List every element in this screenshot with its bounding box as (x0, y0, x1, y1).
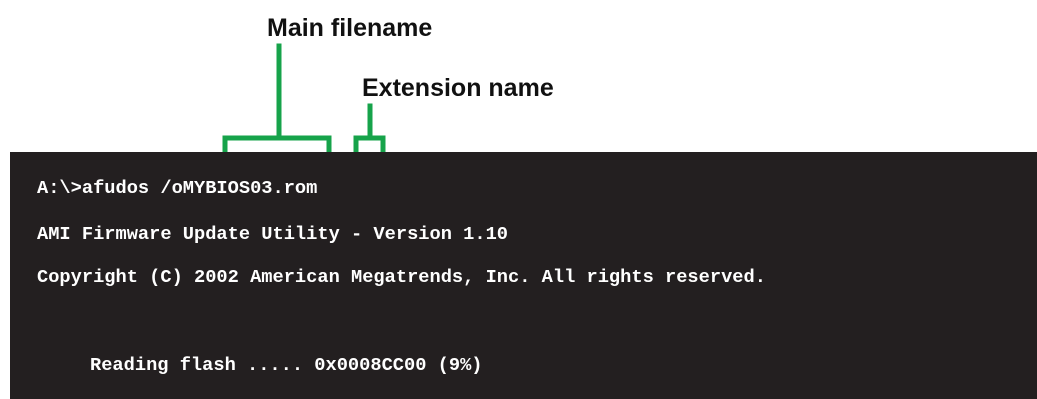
copyright-line: Copyright (C) 2002 American Megatrends, … (37, 266, 766, 288)
command-line: A:\>afudos /oMYBIOS03.rom (37, 177, 318, 199)
utility-version-line: AMI Firmware Update Utility - Version 1.… (37, 223, 509, 245)
reading-flash-status-line: Reading flash ..... 0x0008CC00 (9%) (90, 354, 483, 376)
terminal-window: A:\>afudos /oMYBIOS03.rom AMI Firmware U… (10, 152, 1037, 399)
